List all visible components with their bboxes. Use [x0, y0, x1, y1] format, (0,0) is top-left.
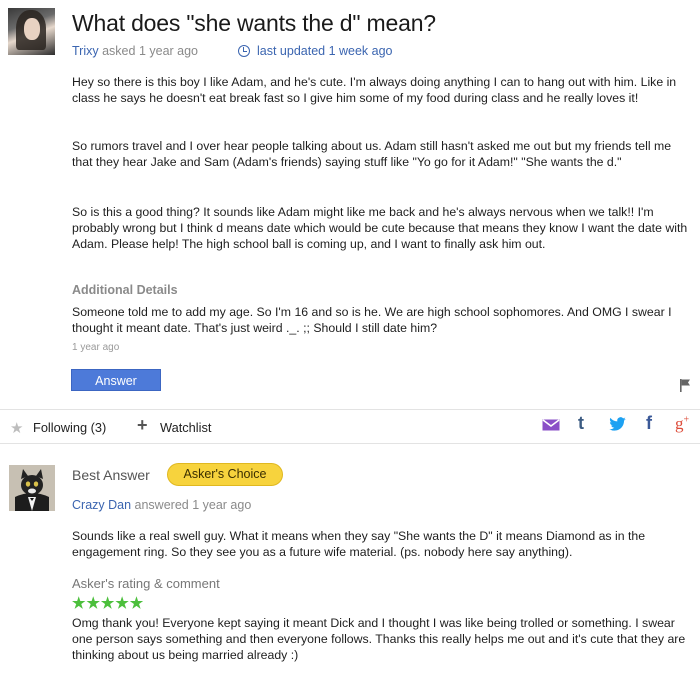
asker-comment: Omg thank you! Everyone kept saying it m… — [72, 616, 686, 662]
rating-label: Asker's rating & comment — [72, 576, 220, 591]
additional-details-time: 1 year ago — [72, 342, 120, 353]
answerer-name-link[interactable]: Crazy Dan — [72, 498, 131, 512]
askers-choice-badge: Asker's Choice — [167, 463, 283, 486]
facebook-icon[interactable]: f — [646, 413, 652, 433]
flag-icon[interactable] — [679, 378, 691, 392]
asker-name-link[interactable]: Trixy — [72, 44, 99, 58]
answer-meta: Crazy Dan answered 1 year ago — [72, 498, 251, 512]
rating-stars: ★★★★★ — [72, 595, 145, 612]
tumblr-icon[interactable]: t — [578, 413, 584, 433]
star-icon[interactable]: ★ — [10, 419, 23, 437]
answer-button[interactable]: Answer — [71, 369, 161, 391]
additional-details-text: Someone told me to add my age. So I'm 16… — [72, 305, 672, 335]
watchlist-button[interactable]: Watchlist — [160, 420, 211, 435]
asked-time: asked 1 year ago — [102, 44, 199, 58]
toolbar-bottom-divider — [0, 443, 700, 444]
question-title: What does "she wants the d" mean? — [72, 10, 436, 36]
plus-icon[interactable]: + — [137, 415, 148, 436]
question-paragraph-3: So is this a good thing? It sounds like … — [72, 205, 688, 251]
best-answer-text: Sounds like a real swell guy. What it me… — [72, 529, 646, 559]
question-paragraph-1: Hey so there is this boy I like Adam, an… — [72, 75, 677, 105]
mail-icon[interactable] — [542, 419, 560, 431]
question-meta: Trixy asked 1 year ago last updated 1 we… — [72, 44, 393, 58]
answerer-avatar[interactable] — [9, 465, 55, 511]
best-answer-label: Best Answer — [72, 467, 150, 483]
following-button[interactable]: Following (3) — [33, 420, 106, 435]
last-updated-link[interactable]: last updated 1 week ago — [257, 44, 393, 58]
question-paragraph-2: So rumors travel and I over hear people … — [72, 139, 672, 169]
answered-time: answered 1 year ago — [134, 498, 252, 512]
twitter-icon[interactable] — [608, 417, 627, 432]
google-plus-sup: + — [683, 414, 690, 426]
clock-icon — [237, 45, 250, 57]
asker-avatar[interactable] — [8, 8, 55, 55]
additional-details-label: Additional Details — [72, 283, 178, 297]
avatar-face — [24, 18, 40, 40]
google-plus-glyph: g — [675, 414, 684, 433]
google-plus-icon[interactable]: g+ — [675, 414, 690, 433]
